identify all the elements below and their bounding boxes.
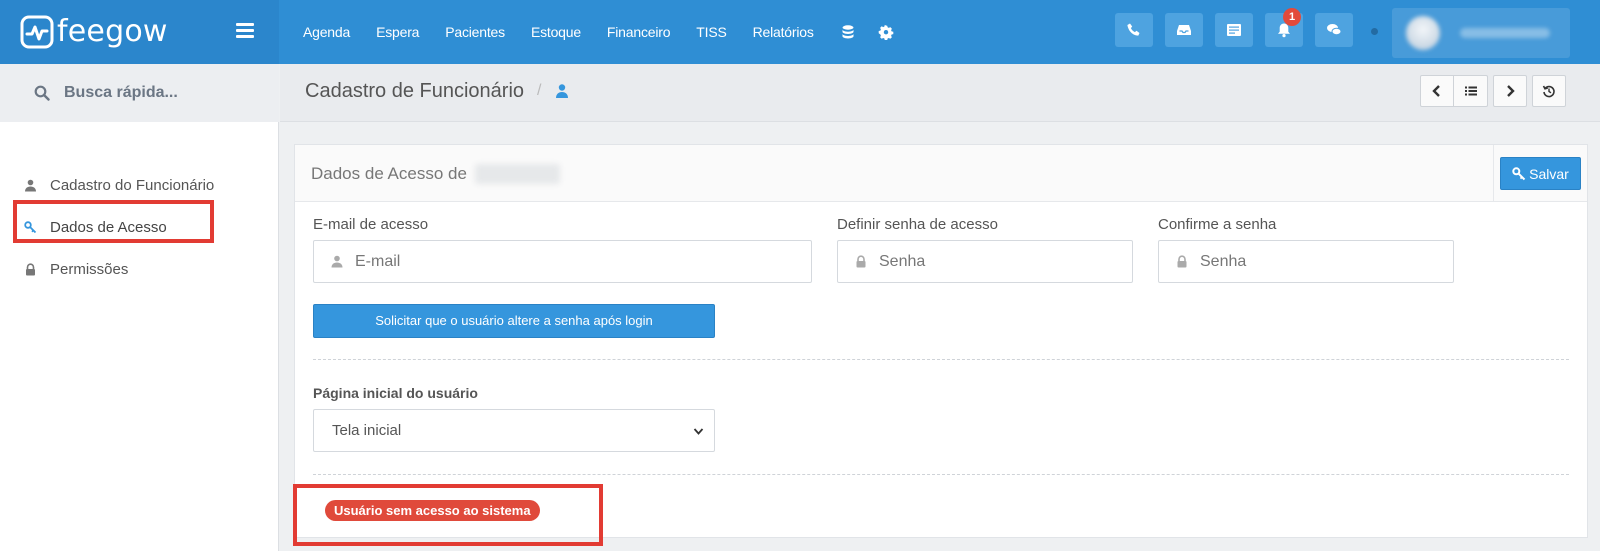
panel-title: Dados de Acesso de xyxy=(311,164,467,183)
confirm-label: Confirme a senha xyxy=(1158,216,1277,233)
brand-logo[interactable]: feegow xyxy=(20,14,168,49)
search-placeholder: Busca rápida... xyxy=(64,84,178,101)
list-card-button[interactable] xyxy=(1215,13,1253,47)
inbox-icon xyxy=(1177,25,1191,35)
next-record-button[interactable] xyxy=(1493,75,1527,107)
gear-icon[interactable] xyxy=(878,24,894,40)
confirm-placeholder: Senha xyxy=(1200,252,1247,270)
phone-button[interactable] xyxy=(1115,13,1153,47)
nav-pacientes[interactable]: Pacientes xyxy=(445,24,505,40)
database-icon[interactable] xyxy=(840,24,856,40)
toolbar-buttons: 1 xyxy=(1115,8,1365,47)
chat-icon xyxy=(1327,24,1342,36)
prev-record-button[interactable] xyxy=(1420,75,1454,107)
menu-toggle-icon[interactable] xyxy=(233,20,257,44)
record-nav xyxy=(1420,75,1571,107)
sidebar: Busca rápida... Cadastro do Funcionário … xyxy=(0,64,279,551)
online-status-dot xyxy=(1371,28,1378,35)
list-records-button[interactable] xyxy=(1454,75,1488,107)
save-area: Salvar xyxy=(1493,145,1587,202)
search-icon xyxy=(34,85,50,101)
user-name-blurred xyxy=(1460,28,1550,38)
panel-header: Dados de Acesso de Salvar xyxy=(295,145,1587,202)
inbox-button[interactable] xyxy=(1165,13,1203,47)
list-card-icon xyxy=(1227,24,1241,36)
notifications-button[interactable]: 1 xyxy=(1265,8,1303,47)
email-label: E-mail de acesso xyxy=(313,216,429,233)
nav-financeiro[interactable]: Financeiro xyxy=(607,24,671,40)
phone-icon xyxy=(1127,23,1140,36)
nav-tiss[interactable]: TISS xyxy=(696,24,727,40)
page-title: Cadastro de Funcionário xyxy=(305,80,525,102)
sidebar-item-label: Permissões xyxy=(50,260,129,278)
confirm-password-field[interactable]: Senha xyxy=(1158,240,1454,283)
chevron-down-icon xyxy=(693,428,704,435)
key-icon xyxy=(1512,166,1526,180)
email-placeholder: E-mail xyxy=(355,252,401,270)
force-password-change-button[interactable]: Solicitar que o usuário altere a senha a… xyxy=(313,304,715,338)
divider xyxy=(313,359,1569,360)
user-icon xyxy=(25,179,36,191)
breadcrumb-separator: / xyxy=(537,82,542,99)
chat-button[interactable] xyxy=(1315,13,1353,47)
password-placeholder: Senha xyxy=(879,252,926,270)
user-menu[interactable] xyxy=(1392,8,1570,58)
nav-espera[interactable]: Espera xyxy=(376,24,419,40)
email-field[interactable]: E-mail xyxy=(313,240,812,283)
sidebar-item-label: Cadastro do Funcionário xyxy=(50,176,215,194)
save-label: Salvar xyxy=(1529,165,1569,182)
feegow-logo-icon xyxy=(20,15,54,48)
homepage-value: Tela inicial xyxy=(332,422,402,439)
lock-icon xyxy=(1177,255,1187,268)
save-button[interactable]: Salvar xyxy=(1500,157,1581,190)
access-panel: Dados de Acesso de Salvar E-mail de aces… xyxy=(294,144,1588,538)
highlight-box-status xyxy=(293,484,603,546)
lock-icon xyxy=(26,262,35,275)
history-icon xyxy=(1542,85,1555,98)
nav-relatorios[interactable]: Relatórios xyxy=(753,24,814,40)
notification-badge: 1 xyxy=(1283,8,1301,26)
homepage-label: Página inicial do usuário xyxy=(313,385,478,401)
lock-icon xyxy=(856,255,866,268)
history-button[interactable] xyxy=(1532,75,1566,107)
top-bar: feegow Agenda Espera Pacientes Estoque F… xyxy=(0,0,1600,64)
chevron-right-icon xyxy=(1507,85,1515,97)
user-icon xyxy=(556,84,568,98)
sidebar-item-permissoes[interactable]: Permissões xyxy=(0,248,279,290)
nav-agenda[interactable]: Agenda xyxy=(303,24,350,40)
main-nav: Agenda Espera Pacientes Estoque Financei… xyxy=(303,0,916,64)
nav-estoque[interactable]: Estoque xyxy=(531,24,581,40)
password-label: Definir senha de acesso xyxy=(837,216,998,233)
logo-area: feegow xyxy=(0,0,279,64)
page-header: Cadastro de Funcionário / xyxy=(280,64,1600,122)
password-field[interactable]: Senha xyxy=(837,240,1133,283)
chevron-left-icon xyxy=(1432,85,1440,97)
employee-name-blurred xyxy=(475,164,560,184)
user-icon xyxy=(331,255,343,268)
list-icon xyxy=(1464,86,1477,96)
divider xyxy=(313,474,1569,475)
homepage-select[interactable]: Tela inicial xyxy=(313,409,715,452)
avatar xyxy=(1406,16,1440,50)
highlight-box-sidebar xyxy=(13,200,214,243)
brand-name: feegow xyxy=(57,14,168,49)
quick-search[interactable]: Busca rápida... xyxy=(0,64,279,122)
